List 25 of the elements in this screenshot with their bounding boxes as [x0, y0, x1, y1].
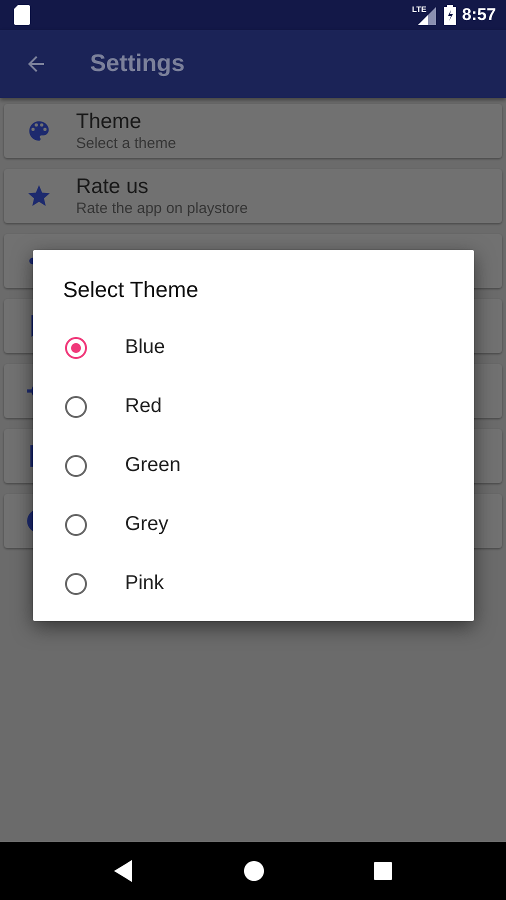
- theme-option-label[interactable]: Pink: [125, 572, 164, 595]
- app-bar-title: Settings: [90, 50, 185, 78]
- clock-time: 8:57: [462, 5, 496, 25]
- recents-button[interactable]: [374, 862, 392, 880]
- battery-icon: [444, 5, 456, 25]
- radio-button[interactable]: [65, 572, 87, 594]
- theme-option-label[interactable]: Red: [125, 395, 162, 418]
- back-button[interactable]: [114, 860, 134, 882]
- radio-button[interactable]: [65, 454, 87, 476]
- radio-button[interactable]: [65, 336, 87, 358]
- theme-option-label[interactable]: Grey: [125, 513, 168, 536]
- radio-button[interactable]: [65, 396, 87, 418]
- setting-subtitle: Select a theme: [76, 136, 176, 151]
- settings-card[interactable]: Theme Select a theme: [4, 104, 502, 158]
- setting-title: Theme: [76, 111, 142, 132]
- radio-button[interactable]: [65, 514, 87, 536]
- setting-title: Rate us: [76, 176, 150, 197]
- theme-option-label[interactable]: Blue: [125, 336, 166, 359]
- dialog-title: Select Theme: [63, 276, 200, 304]
- home-button[interactable]: [242, 860, 265, 882]
- setting-subtitle: Rate the app on playstore: [76, 201, 248, 216]
- network-label: LTE: [412, 5, 426, 14]
- theme-option-label[interactable]: Green: [125, 454, 181, 477]
- sim-card-icon: [14, 5, 30, 25]
- settings-card[interactable]: Rate us Rate the app on playstore: [4, 169, 502, 223]
